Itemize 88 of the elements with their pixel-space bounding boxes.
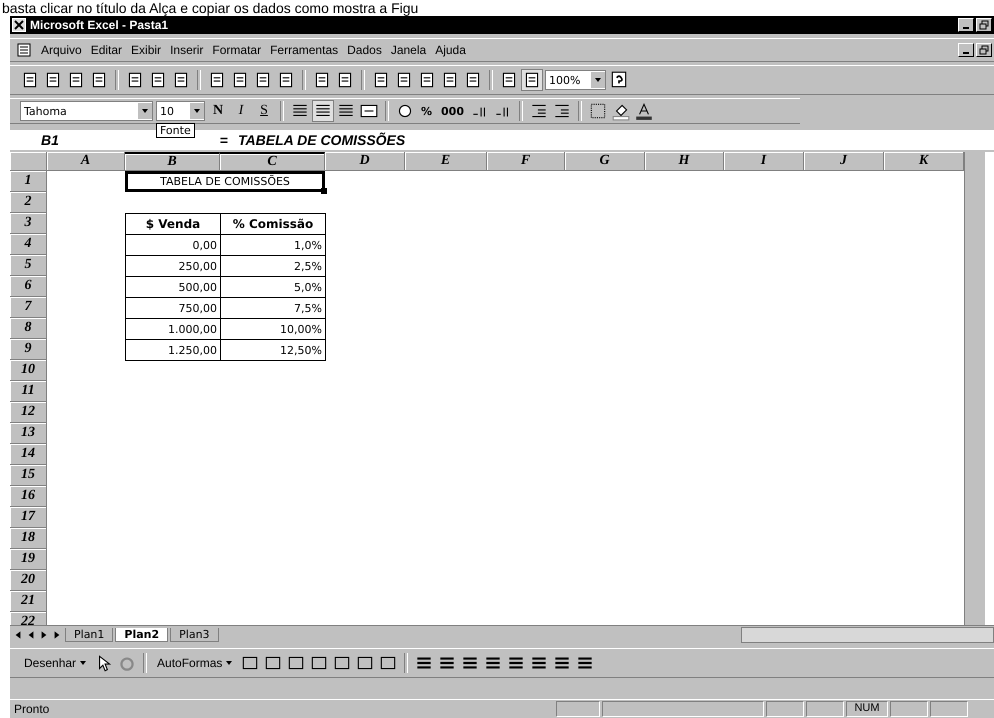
row-header[interactable]: 6: [10, 276, 47, 297]
status-panel: [556, 701, 600, 717]
autoshapes-menu-button[interactable]: AutoFormas: [153, 656, 238, 670]
menu-item[interactable]: Exibir: [131, 43, 162, 57]
column-header[interactable]: J: [804, 152, 884, 171]
select-all-corner[interactable]: [10, 152, 47, 171]
minimize-button[interactable]: [958, 43, 974, 57]
borders-icon[interactable]: [588, 101, 608, 121]
vertical-scrollbar[interactable]: [964, 152, 985, 625]
restore-button[interactable]: [976, 43, 992, 57]
column-header[interactable]: D: [325, 152, 405, 171]
column-header[interactable]: E: [405, 152, 487, 171]
font-size-dropdown[interactable]: 10: [156, 101, 205, 121]
row-header[interactable]: 12: [10, 402, 47, 423]
caret-icon: [190, 103, 204, 119]
equals-sign: =: [218, 132, 230, 148]
caret-icon: [79, 659, 88, 667]
menu-item[interactable]: Ferramentas: [270, 43, 338, 57]
style-button[interactable]: N: [208, 103, 228, 119]
row-header[interactable]: 2: [10, 192, 47, 213]
menu-item[interactable]: Ajuda: [435, 43, 466, 57]
column-header[interactable]: K: [884, 152, 964, 171]
minimize-button[interactable]: [958, 18, 974, 32]
sheet-tab[interactable]: Plan1: [65, 628, 114, 642]
sheet-tab[interactable]: Plan3: [170, 628, 219, 642]
row-header[interactable]: 9: [10, 339, 47, 360]
restore-button[interactable]: [976, 18, 992, 32]
row-header[interactable]: 5: [10, 255, 47, 276]
font-dropdown[interactable]: Tahoma: [20, 101, 153, 121]
row-header[interactable]: 8: [10, 318, 47, 339]
menu-item[interactable]: Inserir: [170, 43, 204, 57]
window-title: Microsoft Excel - Pasta1: [30, 18, 168, 32]
status-panel: [766, 701, 804, 717]
row-header[interactable]: 4: [10, 234, 47, 255]
style-button[interactable]: S: [254, 103, 274, 119]
align-icon[interactable]: [313, 101, 333, 121]
status-panel: [890, 701, 928, 717]
menu-item[interactable]: Janela: [390, 43, 426, 57]
number-format-button[interactable]: %: [418, 104, 436, 118]
row-header[interactable]: 10: [10, 360, 47, 381]
zoom-dropdown[interactable]: 100%: [545, 70, 606, 90]
document-icon[interactable]: [16, 42, 32, 58]
column-header[interactable]: G: [565, 152, 645, 171]
table-cell: % Comissão: [220, 213, 326, 235]
caption-text: basta clicar no título da Alça e copiar os dados como mostra a Figu: [1, 0, 420, 16]
draw-menu-button[interactable]: Desenhar: [20, 656, 92, 670]
num-lock-indicator: NUM: [846, 701, 888, 717]
column-header[interactable]: B: [125, 152, 220, 171]
selected-cell[interactable]: TABELA DE COMISSÕES: [125, 171, 325, 192]
row-header[interactable]: 18: [10, 528, 47, 549]
row-header[interactable]: 1: [10, 171, 47, 192]
column-header[interactable]: I: [724, 152, 804, 171]
table-cell: 12,50%: [220, 339, 326, 361]
help-icon[interactable]: [609, 70, 629, 90]
column-header[interactable]: A: [47, 152, 125, 171]
status-message: Pronto: [13, 702, 50, 716]
status-panel: [806, 701, 844, 717]
row-header[interactable]: 17: [10, 507, 47, 528]
row-header[interactable]: 3: [10, 213, 47, 234]
table-cell: 1.250,00: [125, 339, 221, 361]
row-header[interactable]: 13: [10, 423, 47, 444]
sheet-tab[interactable]: Plan2: [115, 628, 168, 642]
row-header[interactable]: 22: [10, 612, 47, 625]
menu-item[interactable]: Dados: [347, 43, 382, 57]
column-header[interactable]: F: [487, 152, 565, 171]
status-panel: [930, 701, 968, 717]
tooltip: Fonte: [156, 123, 195, 138]
caret-icon: [225, 659, 234, 667]
menu-item[interactable]: Formatar: [212, 43, 262, 57]
menu-item[interactable]: Editar: [90, 43, 122, 57]
row-header[interactable]: 15: [10, 465, 47, 486]
row-header[interactable]: 20: [10, 570, 47, 591]
row-header[interactable]: 11: [10, 381, 47, 402]
row-header[interactable]: 7: [10, 297, 47, 318]
caret-icon: [138, 103, 152, 119]
column-header[interactable]: H: [645, 152, 724, 171]
style-button[interactable]: I: [231, 103, 251, 119]
column-header[interactable]: C: [220, 152, 325, 171]
row-header[interactable]: 21: [10, 591, 47, 612]
row-header[interactable]: 14: [10, 444, 47, 465]
row-header[interactable]: 16: [10, 486, 47, 507]
table-cell: $ Venda: [125, 213, 221, 235]
formula-field[interactable]: TABELA DE COMISSÕES: [238, 132, 406, 148]
menu-item[interactable]: Arquivo: [41, 43, 82, 57]
number-format-button[interactable]: 000: [438, 104, 467, 118]
row-header[interactable]: 19: [10, 549, 47, 570]
horizontal-scrollbar[interactable]: [740, 627, 994, 643]
caret-icon: [591, 72, 605, 88]
